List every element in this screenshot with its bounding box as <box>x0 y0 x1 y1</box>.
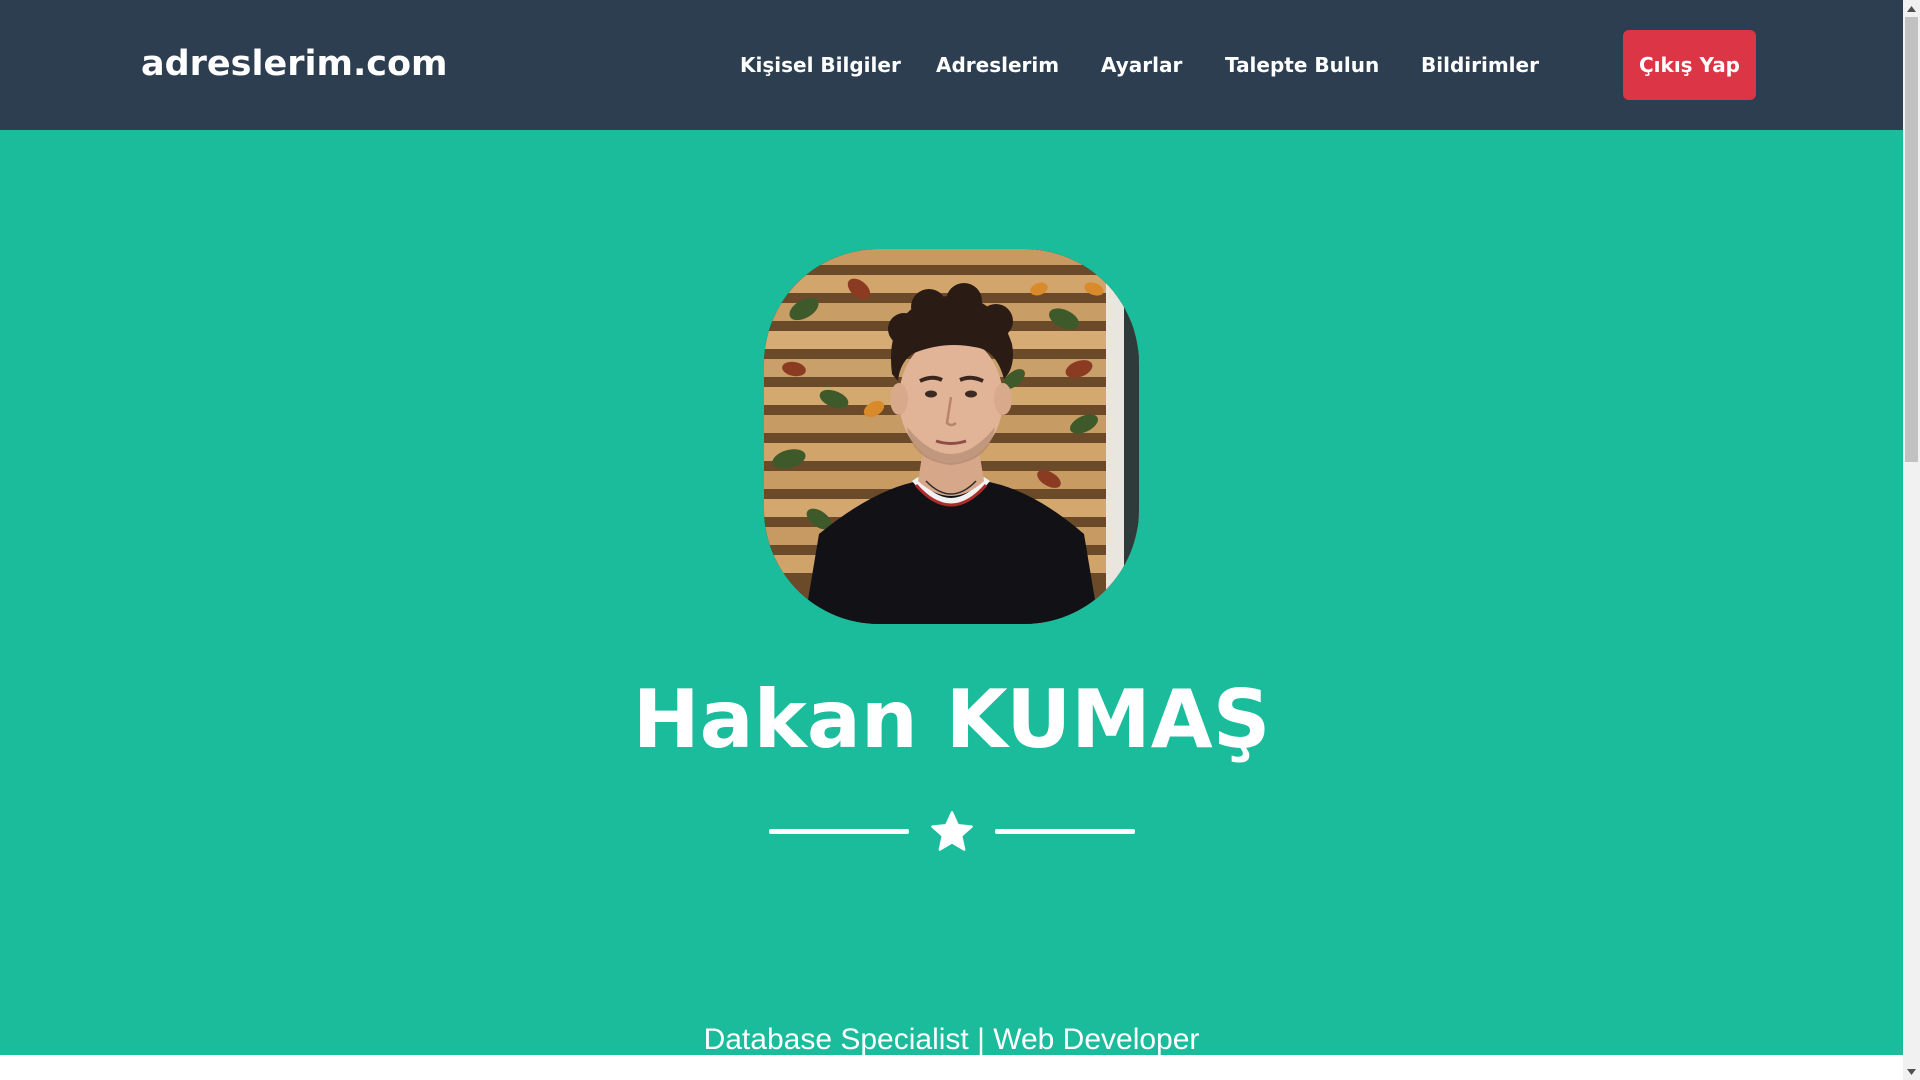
divider-line-left <box>769 829 909 834</box>
scrollbar-thumb[interactable] <box>1905 17 1918 462</box>
divider-line-right <box>995 829 1135 834</box>
logout-button[interactable]: Çıkış Yap <box>1623 30 1756 100</box>
nav-link-notifications[interactable]: Bildirimler <box>1421 46 1539 84</box>
divider <box>769 808 1135 856</box>
profile-name: Hakan KUMAŞ <box>632 673 1271 766</box>
nav-link-settings[interactable]: Ayarlar <box>1101 46 1182 84</box>
nav-link-request[interactable]: Talepte Bulun <box>1225 46 1379 84</box>
profile-photo <box>764 249 1139 624</box>
navbar: adreslerim.com Kişisel Bilgiler Adresler… <box>0 0 1903 130</box>
page: adreslerim.com Kişisel Bilgiler Adresler… <box>0 0 1903 1080</box>
scroll-up-arrow-icon[interactable] <box>1903 0 1920 17</box>
profile-subtitle: Database Specialist | Web Developer <box>703 1023 1200 1056</box>
nav-link-addresses[interactable]: Adreslerim <box>936 46 1059 84</box>
nav-links: Kişisel Bilgiler Adreslerim Ayarlar Tale… <box>0 46 1903 86</box>
nav-link-personal-info[interactable]: Kişisel Bilgiler <box>740 46 901 84</box>
profile-avatar <box>764 249 1139 624</box>
vertical-scrollbar[interactable] <box>1903 0 1920 1080</box>
star-icon <box>928 808 976 856</box>
hero-section: Hakan KUMAŞ Database Specialist | Web De… <box>0 130 1903 1056</box>
scroll-down-arrow-icon[interactable] <box>1903 1063 1920 1080</box>
